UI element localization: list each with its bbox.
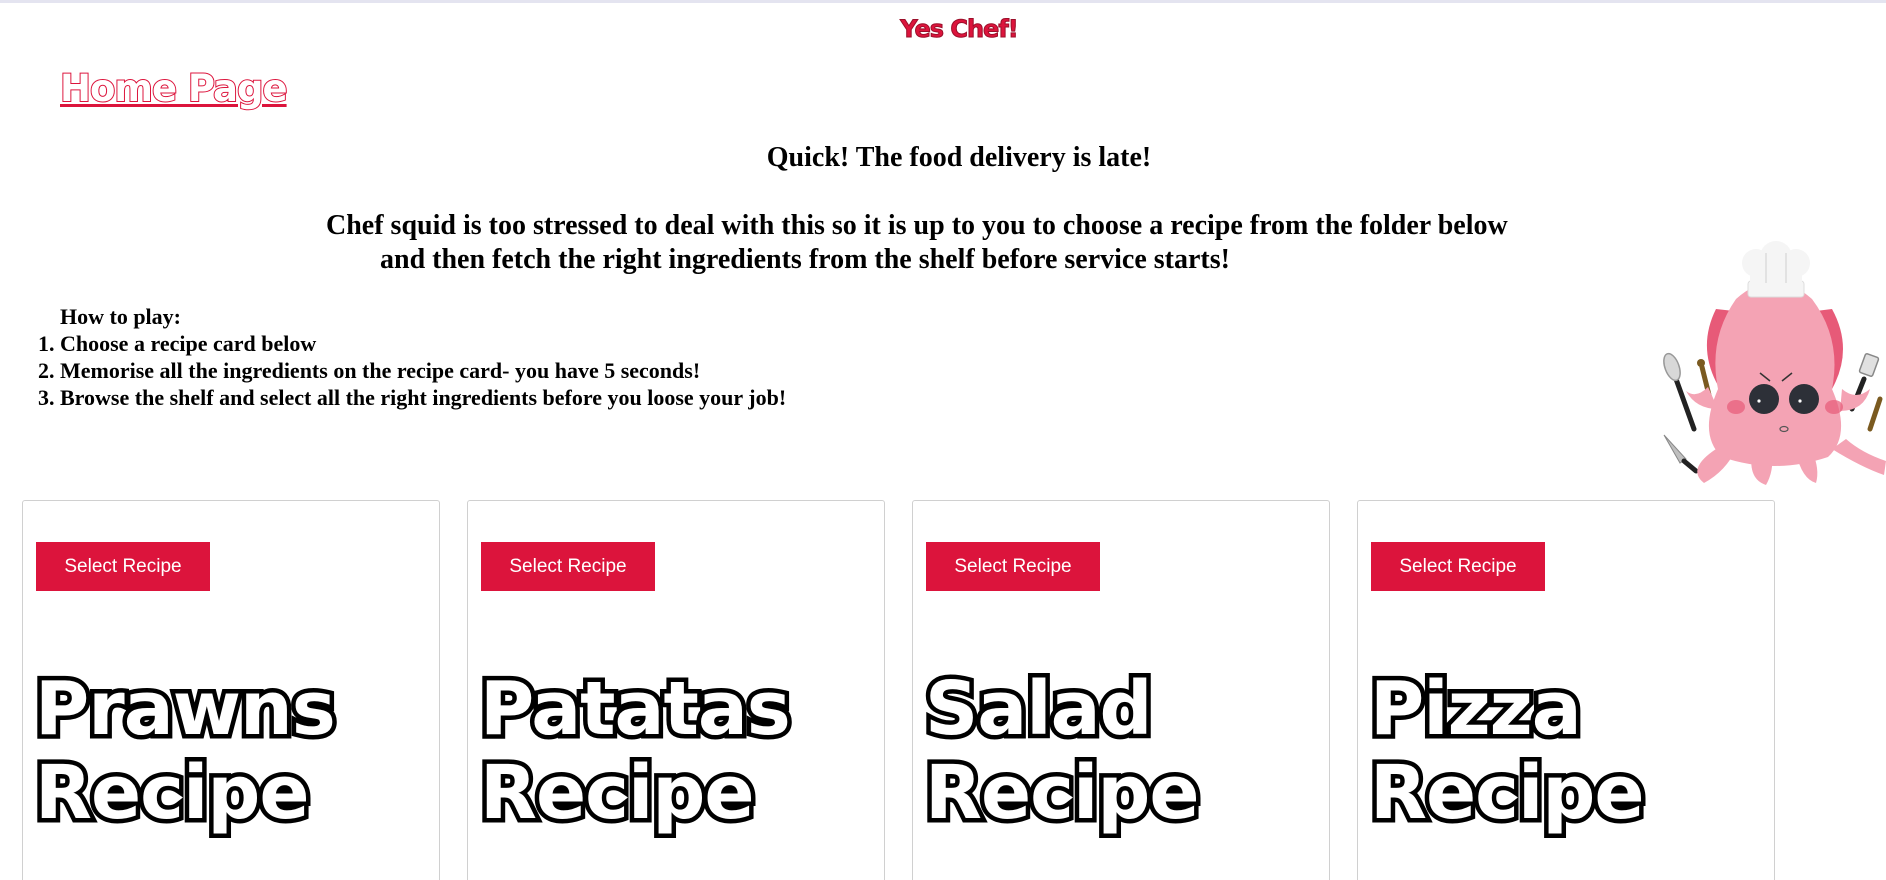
recipe-card-prawns: Select Recipe Prawns Recipe xyxy=(22,500,440,880)
recipe-title-suffix: Recipe xyxy=(921,747,1205,840)
recipe-title: Prawns Recipe xyxy=(31,663,435,840)
step-item: Memorise all the ingredients on the reci… xyxy=(60,357,786,384)
recipe-title-word: Salad xyxy=(921,663,1158,756)
recipe-title-suffix: Recipe xyxy=(1366,747,1650,840)
site-title: Yes Chef! xyxy=(900,15,1019,43)
chef-hat-icon xyxy=(1742,241,1810,298)
recipe-card-pizza: Select Recipe Pizza Recipe xyxy=(1357,500,1775,880)
page: Yes Chef! Home Page Quick! The food deli… xyxy=(0,0,1886,880)
recipe-title: Salad Recipe xyxy=(921,663,1325,840)
recipe-title-suffix: Recipe xyxy=(476,747,760,840)
recipe-card-salad: Select Recipe Salad Recipe xyxy=(912,500,1330,880)
recipe-card-patatas: Select Recipe Patatas Recipe xyxy=(467,500,885,880)
chef-squid-illustration xyxy=(1663,241,1886,485)
intro-line-2: and then fetch the right ingredients fro… xyxy=(380,244,1230,275)
step-item: Choose a recipe card below xyxy=(60,330,786,357)
recipe-title: Pizza Recipe xyxy=(1366,663,1770,840)
how-to-play-steps: Choose a recipe card below Memorise all … xyxy=(0,330,786,411)
recipe-title-word: Prawns xyxy=(31,663,341,756)
select-recipe-button[interactable]: Select Recipe xyxy=(926,542,1100,591)
select-recipe-button[interactable]: Select Recipe xyxy=(36,542,210,591)
recipe-title-word: Pizza xyxy=(1366,663,1587,756)
step-item: Browse the shelf and select all the righ… xyxy=(60,384,786,411)
intro-text: Chef squid is too stressed to deal with … xyxy=(326,209,1626,277)
recipe-cards: Select Recipe Prawns Recipe Select Recip… xyxy=(22,500,1782,880)
intro-line-1: Chef squid is too stressed to deal with … xyxy=(326,210,1508,241)
recipe-title-suffix: Recipe xyxy=(31,747,315,840)
home-page-link[interactable]: Home Page xyxy=(59,67,289,110)
how-to-play-heading: How to play: xyxy=(60,304,181,329)
select-recipe-button[interactable]: Select Recipe xyxy=(481,542,655,591)
page-headline: Quick! The food delivery is late! xyxy=(766,142,1152,173)
select-recipe-button[interactable]: Select Recipe xyxy=(1371,542,1545,591)
recipe-title-word: Patatas xyxy=(476,663,796,756)
recipe-title: Patatas Recipe xyxy=(476,663,880,840)
